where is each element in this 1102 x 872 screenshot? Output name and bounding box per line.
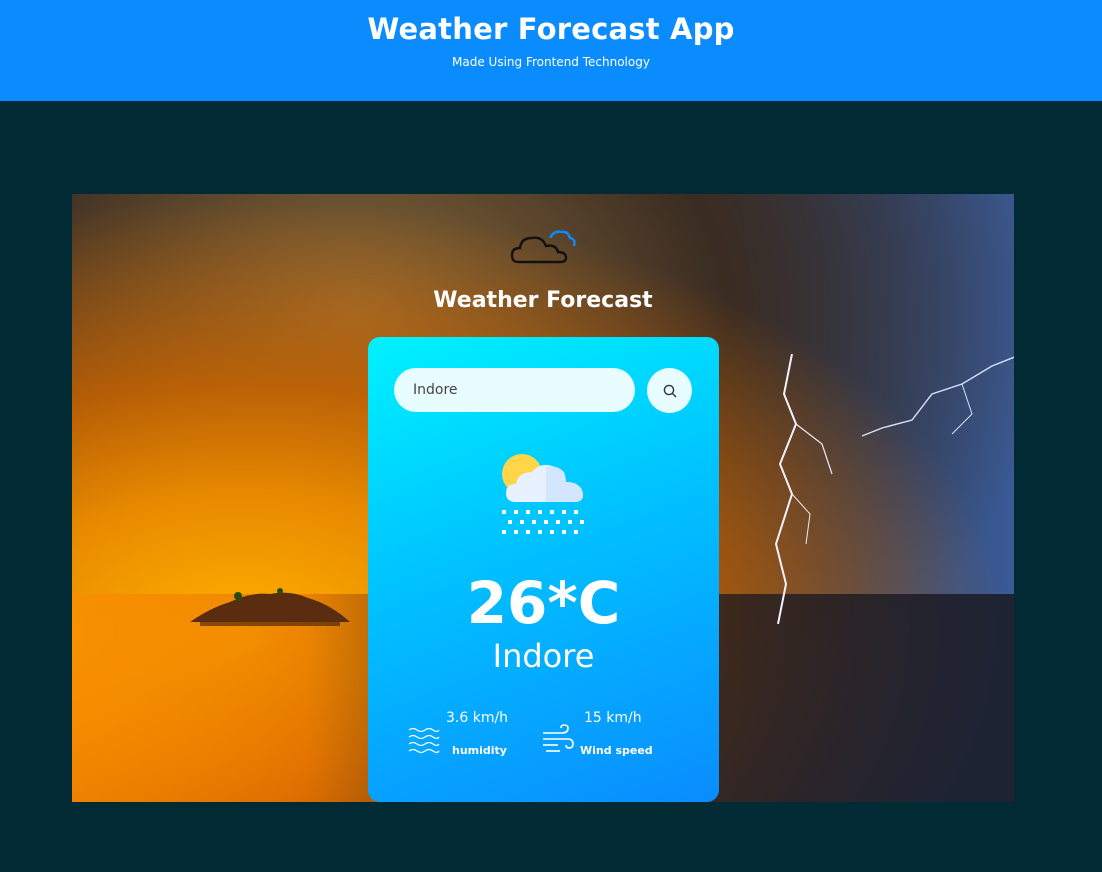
app-subtitle: Made Using Frontend Technology: [452, 55, 650, 69]
humidity-value: 3.6 km/h: [446, 710, 509, 726]
search-icon: [663, 384, 676, 397]
island-image: [190, 588, 350, 626]
waves-icon: [408, 727, 440, 754]
cloud-icon: [510, 230, 576, 264]
humidity-label: humidity: [452, 744, 507, 757]
wind-speed-label: Wind speed: [580, 744, 653, 757]
wind-speed-value: 15 km/h: [584, 710, 642, 726]
wind-icon: [543, 724, 574, 752]
wind-detail: 15 km/h Wind speed: [542, 709, 672, 759]
city-search-input[interactable]: [394, 368, 635, 412]
hero-title: Weather Forecast: [433, 288, 653, 313]
humidity-detail: 3.6 km/h humidity: [408, 709, 518, 759]
app-title: Weather Forecast App: [367, 12, 735, 46]
weather-card: 26*C Indore 3.6 km/h humidity 15 km/h Wi…: [368, 337, 719, 802]
lightning-image: [774, 354, 1014, 624]
temperature-value: 26*C: [466, 569, 621, 637]
search-button[interactable]: [647, 368, 692, 413]
app-header: Weather Forecast App Made Using Frontend…: [0, 0, 1102, 101]
city-name: Indore: [492, 637, 595, 675]
partly-cloudy-snow-icon: [502, 454, 584, 534]
